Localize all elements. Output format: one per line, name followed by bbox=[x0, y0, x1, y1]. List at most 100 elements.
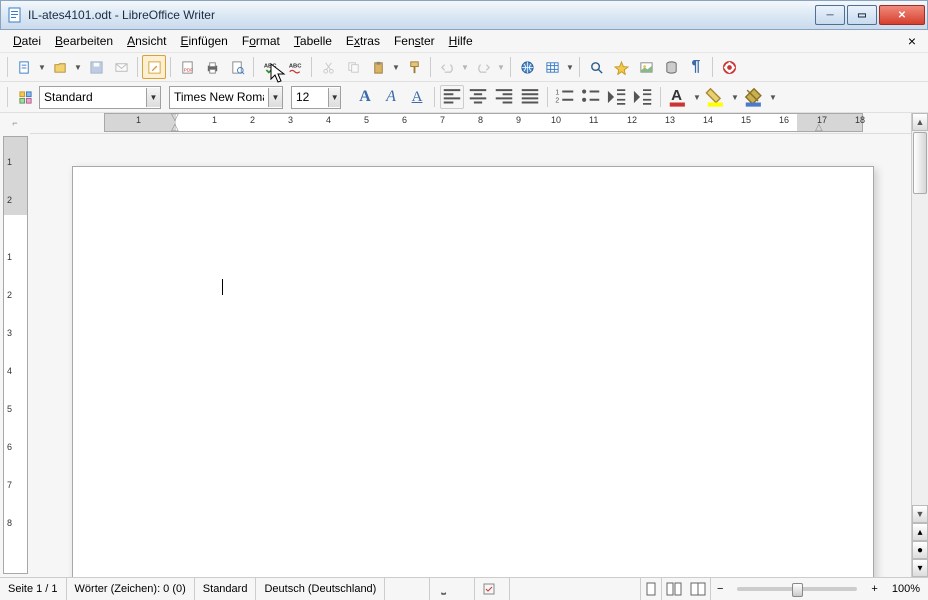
zoom-slider[interactable] bbox=[737, 587, 857, 591]
hyperlink-button[interactable] bbox=[515, 55, 539, 79]
font-color-button[interactable]: A bbox=[666, 85, 690, 109]
numbered-list-button[interactable]: 12 bbox=[553, 85, 577, 109]
scroll-down-button[interactable]: ▼ bbox=[912, 505, 928, 523]
autospellcheck-button[interactable]: ABC bbox=[283, 55, 307, 79]
status-insert-mode[interactable] bbox=[385, 578, 430, 600]
view-single-page-button[interactable] bbox=[641, 578, 662, 600]
open-dropdown[interactable]: ▼ bbox=[73, 56, 83, 78]
zoom-level[interactable]: 100% bbox=[884, 583, 928, 595]
spellcheck-button[interactable]: ABC bbox=[258, 55, 282, 79]
underline-button[interactable]: A bbox=[405, 85, 429, 109]
save-button[interactable] bbox=[84, 55, 108, 79]
navigator-button[interactable] bbox=[609, 55, 633, 79]
font-size-input[interactable] bbox=[292, 88, 328, 107]
email-button[interactable] bbox=[109, 55, 133, 79]
status-selection-mode[interactable]: ⎵ bbox=[430, 578, 475, 600]
bullet-list-button[interactable] bbox=[579, 85, 603, 109]
menu-format[interactable]: Format bbox=[235, 32, 287, 50]
bold-button[interactable]: A bbox=[353, 85, 377, 109]
font-color-dropdown[interactable]: ▼ bbox=[692, 86, 702, 108]
highlight-color-button[interactable] bbox=[704, 85, 728, 109]
dropdown-arrow-icon[interactable]: ▼ bbox=[268, 88, 282, 107]
font-name-input[interactable] bbox=[170, 88, 268, 107]
paragraph-style-combo[interactable]: ▼ bbox=[39, 86, 161, 109]
indent-marker-icon[interactable]: △ bbox=[815, 122, 823, 133]
maximize-button[interactable]: ▭ bbox=[847, 5, 877, 25]
print-preview-button[interactable] bbox=[225, 55, 249, 79]
document-page[interactable] bbox=[72, 166, 874, 577]
insert-table-dropdown[interactable]: ▼ bbox=[565, 56, 575, 78]
print-direct-button[interactable] bbox=[200, 55, 224, 79]
redo-dropdown[interactable]: ▼ bbox=[496, 56, 506, 78]
background-color-button[interactable] bbox=[742, 85, 766, 109]
align-left-button[interactable] bbox=[440, 85, 464, 109]
close-button[interactable]: ✕ bbox=[879, 5, 925, 25]
paste-dropdown[interactable]: ▼ bbox=[391, 56, 401, 78]
italic-button[interactable]: A bbox=[379, 85, 403, 109]
clone-formatting-button[interactable] bbox=[402, 55, 426, 79]
menu-einfuegen[interactable]: Einfügen bbox=[173, 32, 234, 50]
dropdown-arrow-icon[interactable]: ▼ bbox=[328, 88, 340, 107]
redo-button[interactable] bbox=[471, 55, 495, 79]
dropdown-arrow-icon[interactable]: ▼ bbox=[146, 88, 160, 107]
cut-button[interactable] bbox=[316, 55, 340, 79]
menu-bearbeiten[interactable]: Bearbeiten bbox=[48, 32, 120, 50]
new-document-button[interactable] bbox=[12, 55, 36, 79]
background-color-dropdown[interactable]: ▼ bbox=[768, 86, 778, 108]
menu-fenster[interactable]: Fenster bbox=[387, 32, 442, 50]
status-page[interactable]: Seite 1 / 1 bbox=[0, 578, 67, 600]
undo-button[interactable] bbox=[435, 55, 459, 79]
scroll-up-button[interactable]: ▲ bbox=[912, 113, 928, 131]
help-button[interactable] bbox=[717, 55, 741, 79]
status-page-style[interactable]: Standard bbox=[195, 578, 257, 600]
open-button[interactable] bbox=[48, 55, 72, 79]
minimize-button[interactable]: ─ bbox=[815, 5, 845, 25]
undo-dropdown[interactable]: ▼ bbox=[460, 56, 470, 78]
status-signature[interactable] bbox=[475, 578, 510, 600]
export-pdf-button[interactable]: PDF bbox=[175, 55, 199, 79]
zoom-slider-handle[interactable] bbox=[792, 583, 803, 597]
copy-button[interactable] bbox=[341, 55, 365, 79]
align-justify-button[interactable] bbox=[518, 85, 542, 109]
increase-indent-button[interactable] bbox=[631, 85, 655, 109]
status-language[interactable]: Deutsch (Deutschland) bbox=[256, 578, 385, 600]
scroll-track[interactable] bbox=[912, 131, 928, 505]
align-center-button[interactable] bbox=[466, 85, 490, 109]
previous-page-button[interactable]: ▴ bbox=[912, 523, 928, 541]
menu-ansicht[interactable]: Ansicht bbox=[120, 32, 173, 50]
view-multi-page-button[interactable] bbox=[662, 578, 686, 600]
status-word-count[interactable]: Wörter (Zeichen): 0 (0) bbox=[67, 578, 195, 600]
menu-tabelle[interactable]: Tabelle bbox=[287, 32, 339, 50]
new-document-dropdown[interactable]: ▼ bbox=[37, 56, 47, 78]
find-replace-button[interactable] bbox=[584, 55, 608, 79]
menu-extras[interactable]: Extras bbox=[339, 32, 387, 50]
insert-table-button[interactable] bbox=[540, 55, 564, 79]
nonprinting-chars-button[interactable]: ¶ bbox=[684, 55, 708, 79]
navigation-button[interactable]: ● bbox=[912, 541, 928, 559]
zoom-out-button[interactable]: − bbox=[711, 583, 729, 595]
decrease-indent-button[interactable] bbox=[605, 85, 629, 109]
view-book-button[interactable] bbox=[686, 578, 711, 600]
text-cursor bbox=[222, 279, 223, 295]
data-sources-button[interactable] bbox=[659, 55, 683, 79]
edit-mode-button[interactable] bbox=[142, 55, 166, 79]
styles-button[interactable] bbox=[13, 85, 37, 109]
menu-datei[interactable]: Datei bbox=[6, 32, 48, 50]
vertical-scrollbar[interactable]: ▲ ▼ bbox=[911, 113, 928, 523]
indent-marker-icon[interactable]: △ bbox=[171, 122, 179, 133]
scroll-thumb[interactable] bbox=[913, 132, 927, 194]
horizontal-ruler[interactable]: 1 ▽ △ 1 2 3 4 5 6 7 8 9 10 11 12 13 14 bbox=[30, 113, 911, 134]
paste-button[interactable] bbox=[366, 55, 390, 79]
align-right-button[interactable] bbox=[492, 85, 516, 109]
document-viewport[interactable] bbox=[30, 134, 911, 577]
zoom-in-button[interactable]: + bbox=[865, 583, 883, 595]
font-name-combo[interactable]: ▼ bbox=[169, 86, 283, 109]
gallery-button[interactable] bbox=[634, 55, 658, 79]
menu-hilfe[interactable]: Hilfe bbox=[442, 32, 480, 50]
next-page-button[interactable]: ▾ bbox=[912, 559, 928, 577]
font-size-combo[interactable]: ▼ bbox=[291, 86, 341, 109]
paragraph-style-input[interactable] bbox=[40, 88, 146, 107]
vertical-ruler[interactable]: 1 2 1 2 3 4 5 6 7 8 bbox=[3, 136, 28, 574]
highlight-color-dropdown[interactable]: ▼ bbox=[730, 86, 740, 108]
document-close-icon[interactable]: × bbox=[902, 33, 922, 49]
